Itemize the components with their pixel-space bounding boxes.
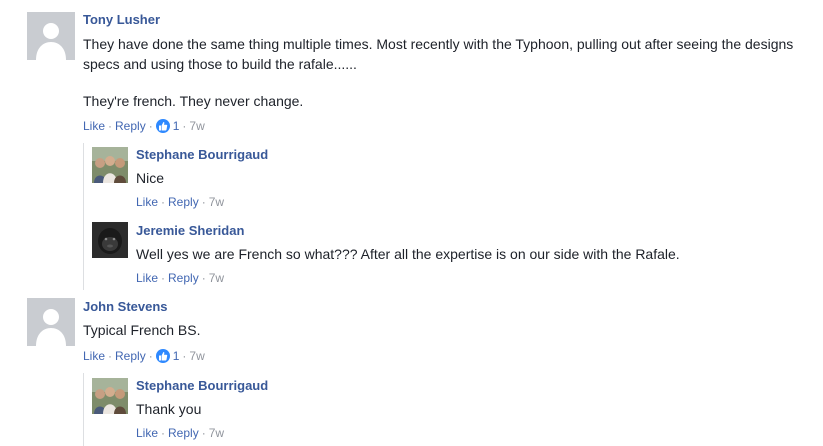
avatar[interactable] <box>92 147 128 183</box>
timestamp[interactable]: 7w <box>189 119 204 133</box>
person-silhouette-icon <box>27 12 75 60</box>
reply-text: Nice <box>136 170 165 186</box>
reply-author[interactable]: Stephane Bourrigaud <box>136 378 268 393</box>
timestamp[interactable]: 7w <box>209 271 224 285</box>
person-silhouette-icon <box>27 298 75 346</box>
avatar[interactable] <box>92 222 128 258</box>
comment-author[interactable]: Tony Lusher <box>83 12 160 27</box>
reply-button[interactable]: Reply <box>115 349 146 363</box>
comment-text: Typical French BS. <box>83 322 201 338</box>
thread-line <box>83 143 84 290</box>
like-button[interactable]: Like <box>83 349 105 363</box>
thumbs-up-icon[interactable] <box>155 349 170 363</box>
group-photo-avatar-icon <box>92 378 128 414</box>
like-button[interactable]: Like <box>136 426 158 440</box>
like-button[interactable]: Like <box>83 119 105 133</box>
reply-button[interactable]: Reply <box>168 271 199 285</box>
like-button[interactable]: Like <box>136 271 158 285</box>
avatar[interactable] <box>92 378 128 414</box>
reply-author[interactable]: Stephane Bourrigaud <box>136 147 268 162</box>
timestamp[interactable]: 7w <box>189 349 204 363</box>
avatar[interactable] <box>27 12 75 60</box>
reply-actions: Like · Reply · 7w <box>136 195 225 209</box>
avatar[interactable] <box>27 298 75 346</box>
comment-actions: Like · Reply · 1 · 7w <box>83 119 205 133</box>
gorilla-photo-avatar-icon <box>92 222 128 258</box>
timestamp[interactable]: 7w <box>209 195 224 209</box>
thumbs-up-icon[interactable] <box>155 119 170 133</box>
reply-actions: Like · Reply · 7w <box>136 271 225 285</box>
reply-button[interactable]: Reply <box>168 426 199 440</box>
reply-actions: Like · Reply · 7w <box>136 426 225 440</box>
reply-button[interactable]: Reply <box>168 195 199 209</box>
comment-text-line: They're french. They never change. <box>83 93 304 109</box>
comment-text: They have done the same thing multiple t… <box>83 36 794 72</box>
reply-author[interactable]: Jeremie Sheridan <box>136 223 244 238</box>
thread-line <box>83 373 84 446</box>
like-button[interactable]: Like <box>136 195 158 209</box>
timestamp[interactable]: 7w <box>209 426 224 440</box>
group-photo-avatar-icon <box>92 147 128 183</box>
reply-text: Well yes we are French so what??? After … <box>136 246 680 262</box>
reply-text: Thank you <box>136 401 202 417</box>
comment-author[interactable]: John Stevens <box>83 299 168 314</box>
reply-button[interactable]: Reply <box>115 119 146 133</box>
comment-actions: Like · Reply · 1 · 7w <box>83 349 205 363</box>
